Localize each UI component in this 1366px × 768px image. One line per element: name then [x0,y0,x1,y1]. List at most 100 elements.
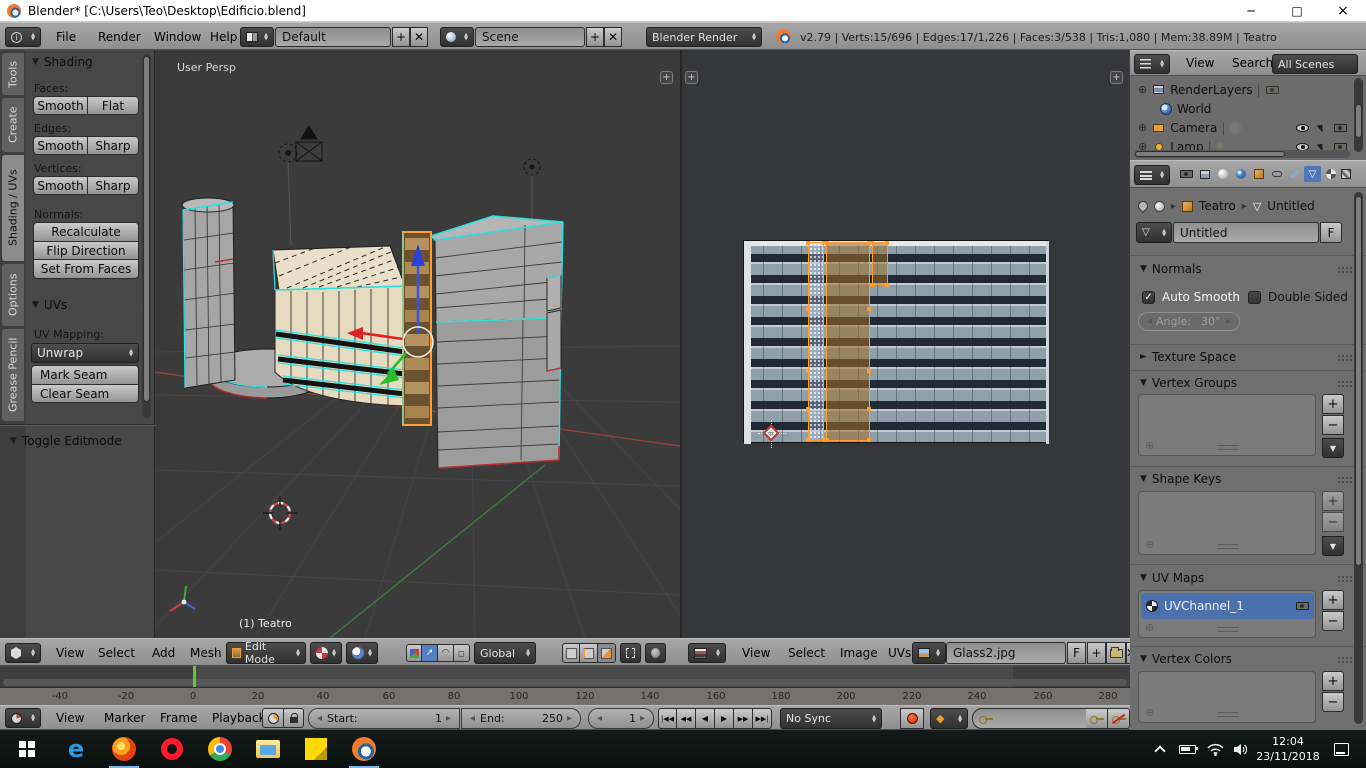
end-frame-field[interactable]: ◂End: 250▸ [461,708,581,729]
fake-user-button[interactable]: F [1067,642,1086,664]
tray-clock[interactable]: 12:04 23/11/2018 [1256,734,1320,764]
proportional-edit-button[interactable] [645,643,666,663]
scrollbar-thumb[interactable] [143,56,150,402]
current-frame-field[interactable]: ◂ 1▸ [588,708,654,729]
menu-file[interactable]: File [52,30,80,44]
editor-type-properties[interactable]: ▲▼ [1134,165,1170,185]
menu-add[interactable]: Add [148,646,179,660]
edge-select-button[interactable] [580,643,598,663]
list-resize-grip[interactable] [1217,544,1239,549]
tab-render[interactable] [1178,166,1195,182]
uvs-panel-header[interactable]: ▼UVs [32,298,148,312]
list-resize-grip[interactable] [1217,627,1239,632]
screen-layout-icon-button[interactable]: ▲▼ [240,27,274,47]
menu-render[interactable]: Render [94,30,145,44]
properties-vscrollbar[interactable] [1354,192,1363,724]
snap-button[interactable] [620,643,641,663]
texture-space-panel-header[interactable]: ►Texture Space [1140,350,1354,364]
shape-keys-panel-header[interactable]: ▼Shape Keys [1140,472,1354,486]
vertex-color-remove-button[interactable]: − [1322,692,1344,712]
manipulator-translate-button[interactable]: ↗ [422,644,438,662]
uv-map-remove-button[interactable]: − [1322,611,1344,631]
menu-search[interactable]: Search [1228,56,1277,70]
list-filter-icon[interactable]: ⊕ [1145,706,1154,719]
taskbar-explorer[interactable] [252,730,284,768]
open-image-button[interactable] [1106,642,1126,664]
uv-island-selected[interactable] [826,242,870,441]
mode-select[interactable]: Edit Mode▲▼ [226,642,306,664]
start-button[interactable] [10,730,44,768]
tab-world[interactable] [1232,166,1249,182]
shading-panel-header[interactable]: ▼Shading [32,55,148,69]
viewport-3d[interactable]: User Persp (1) Teatro + [155,50,680,638]
render-toggle[interactable] [1333,121,1348,134]
add-layout-button[interactable]: + [392,27,410,47]
toolshelf-scrollbar[interactable] [142,54,151,418]
scene-icon-button[interactable]: ▲▼ [440,27,474,47]
manipulator-axes-button[interactable] [406,644,422,662]
menu-view[interactable]: View [738,646,774,660]
delete-keyframe-button[interactable] [1108,708,1130,729]
edges-sharp-button[interactable]: Sharp [87,136,139,155]
list-resize-grip[interactable] [1217,712,1239,717]
menu-help[interactable]: Help [206,30,241,44]
current-frame-marker[interactable] [193,666,196,687]
item-label[interactable]: World [1177,102,1211,116]
breadcrumb-data[interactable]: Untitled [1267,199,1314,213]
mesh-datablock-button[interactable]: ▽▲▼ [1136,222,1172,243]
delete-scene-button[interactable]: ✕ [604,27,622,47]
action-center-button[interactable] [1326,730,1356,768]
mesh-name-field[interactable]: Untitled [1173,222,1319,243]
shelf-tab-grease-pencil[interactable]: Grease Pencil [2,329,24,421]
panel-drag-dots[interactable] [1337,575,1354,582]
tab-modifiers[interactable] [1286,166,1303,182]
list-filter-icon[interactable]: ⊕ [1145,538,1154,551]
pivot-point-select[interactable]: ▲▼ [346,642,378,664]
taskbar-firefox[interactable] [108,730,140,768]
menu-window[interactable]: Window [150,30,205,44]
uv-maps-panel-header[interactable]: ▼UV Maps [1140,571,1354,585]
vertex-groups-list[interactable]: ⊕ [1138,394,1316,456]
vertex-colors-panel-header[interactable]: ▼Vertex Colors [1140,652,1354,666]
taskbar-sticky-notes[interactable] [300,730,332,768]
cursor-3d[interactable] [263,496,297,530]
uv-vertices[interactable] [744,241,748,245]
auto-smooth-checkbox[interactable]: ✓ [1142,291,1155,304]
menu-view[interactable]: View [1182,56,1218,70]
render-restrict-icon[interactable] [1265,83,1280,96]
add-scene-button[interactable]: + [586,27,604,47]
editor-type-selector[interactable]: i▲▼ [5,27,41,47]
outliner-hscrollbar[interactable] [1134,150,1350,158]
uv-island-top[interactable] [872,242,888,285]
viewport-shading-select[interactable]: ▲▼ [310,642,342,664]
vertex-colors-list[interactable]: ⊕ [1138,671,1316,723]
building-model[interactable] [182,198,563,468]
vertex-group-remove-button[interactable]: − [1322,415,1344,435]
vertex-group-specials-button[interactable]: ▼ [1322,438,1344,458]
set-from-faces-button[interactable]: Set From Faces [33,260,139,279]
tab-constraints[interactable] [1268,166,1285,182]
vertex-select-button[interactable] [562,643,580,663]
outliner-vscrollbar[interactable] [1354,78,1363,152]
titlebar[interactable]: Blender* [C:\Users\Teo\Desktop\Edificio.… [0,0,1366,22]
menu-mesh[interactable]: Mesh [186,646,226,660]
manipulator-scale-button[interactable]: ◻ [454,644,470,662]
editor-type-image[interactable]: ▲▼ [688,643,726,663]
next-keyframe-button[interactable]: ▶▶ [734,708,753,729]
taskbar-blender[interactable] [348,730,380,768]
shelf-tab-options[interactable]: Options [2,264,24,326]
start-frame-field[interactable]: ◂Start: 1▸ [308,708,460,729]
menu-select[interactable]: Select [94,646,139,660]
outliner-row-camera[interactable]: ⊕ Camera | [1138,118,1348,137]
pin-icon[interactable] [1136,199,1150,213]
shelf-tab-shading-uvs[interactable]: Shading / UVs [2,155,24,261]
manipulator-rotate-button[interactable]: ◠ [438,644,454,662]
menu-playback[interactable]: Playback [208,711,270,725]
vertex-groups-panel-header[interactable]: ▼Vertex Groups [1140,376,1354,390]
expand-properties-region-button[interactable]: + [660,71,673,84]
editor-type-outliner[interactable]: ▲▼ [1134,54,1170,74]
cursor-2d[interactable] [758,420,786,448]
uv-image-editor[interactable]: + + [682,50,1128,638]
shape-keys-list[interactable]: ⊕ [1138,491,1316,555]
menu-view[interactable]: View [52,646,88,660]
